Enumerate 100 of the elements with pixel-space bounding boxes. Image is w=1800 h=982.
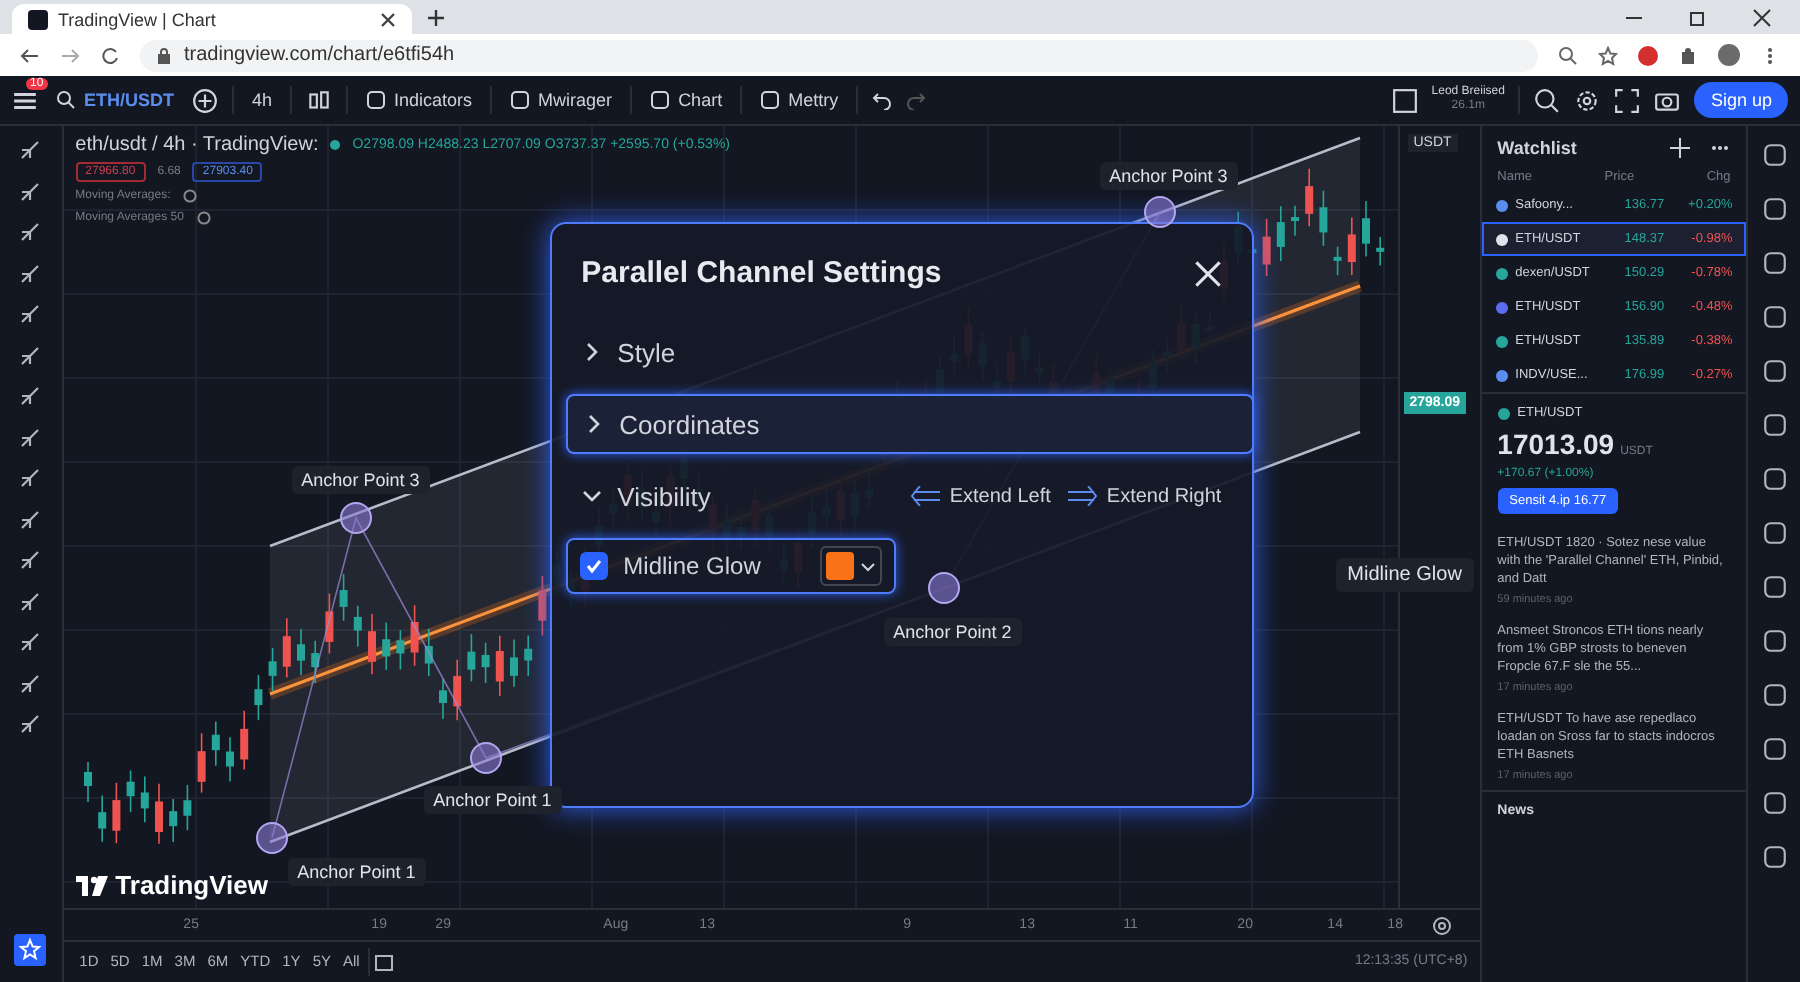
anchor-point[interactable] bbox=[469, 742, 502, 774]
arrow-right-icon bbox=[1066, 486, 1099, 506]
toolbar-button[interactable]: Mettry bbox=[756, 90, 843, 110]
candlestick bbox=[182, 784, 191, 832]
section-header[interactable]: Visibility Extend Left Extend Right bbox=[565, 468, 1238, 524]
toolbar-item-icon bbox=[510, 90, 531, 110]
toolbar-item-icon bbox=[650, 90, 671, 110]
candlestick bbox=[211, 720, 220, 767]
candlestick bbox=[1276, 205, 1285, 262]
chevron-icon bbox=[583, 414, 604, 434]
checkbox[interactable] bbox=[579, 552, 608, 580]
candlestick bbox=[1318, 189, 1327, 247]
candlestick bbox=[1347, 216, 1356, 276]
candlestick bbox=[1261, 218, 1270, 277]
candlestick bbox=[523, 634, 532, 677]
search-icon[interactable] bbox=[1534, 87, 1561, 113]
anchor-label: Anchor Point 2 bbox=[883, 618, 1022, 646]
camera-icon[interactable] bbox=[1654, 87, 1681, 113]
midline-glow-option[interactable]: Midline Glow bbox=[565, 538, 897, 594]
avatar[interactable] bbox=[1718, 44, 1740, 66]
dialog-title: Parallel Channel Settings bbox=[581, 256, 944, 290]
chevron-icon bbox=[581, 486, 602, 506]
close-icon[interactable] bbox=[380, 11, 396, 27]
anchor-point[interactable] bbox=[339, 502, 372, 534]
search-icon bbox=[56, 90, 76, 110]
section-header[interactable]: Style bbox=[565, 324, 1238, 380]
search-icon[interactable] bbox=[1558, 45, 1578, 65]
candlestick bbox=[509, 638, 518, 688]
anchor-label: Anchor Point 3 bbox=[291, 466, 430, 494]
candlestick bbox=[537, 575, 546, 637]
undo-icon[interactable] bbox=[872, 90, 893, 110]
candlestick bbox=[154, 782, 163, 845]
color-picker[interactable] bbox=[820, 546, 883, 586]
layout-icon[interactable] bbox=[1391, 87, 1418, 113]
address-field[interactable]: tradingview.com/chart/e6tfi54h bbox=[140, 39, 1538, 71]
extend-option[interactable]: Extend Left bbox=[909, 485, 1051, 507]
candlestick bbox=[239, 710, 248, 771]
reload-icon[interactable] bbox=[100, 45, 120, 65]
toolbar-button[interactable]: Mwirager bbox=[506, 90, 617, 110]
candlestick bbox=[310, 639, 319, 684]
candlestick bbox=[296, 628, 305, 676]
section-header[interactable]: Coordinates bbox=[565, 394, 1254, 454]
menu-icon[interactable] bbox=[12, 87, 38, 113]
anchor-point[interactable] bbox=[255, 822, 288, 854]
new-tab-icon[interactable] bbox=[428, 9, 444, 25]
symbol-search-button[interactable]: ETH/USDT bbox=[52, 90, 178, 110]
add-icon[interactable] bbox=[1670, 138, 1691, 158]
anchor-label: Anchor Point 1 bbox=[423, 786, 562, 814]
candlestick bbox=[225, 736, 234, 783]
candlestick bbox=[367, 613, 376, 676]
chart-title: eth/usdt / 4h · TradingView: bbox=[75, 134, 319, 156]
add-icon[interactable] bbox=[192, 87, 218, 113]
status-dot bbox=[330, 140, 341, 150]
candlestick bbox=[381, 621, 390, 671]
tooltip: Midline Glow bbox=[1335, 558, 1474, 592]
candlestick bbox=[438, 678, 447, 720]
toolbar-item-icon bbox=[366, 90, 387, 110]
candlestick bbox=[1290, 204, 1299, 237]
browser-tab[interactable]: TradingView | Chart bbox=[12, 4, 412, 34]
star-icon[interactable] bbox=[1598, 45, 1618, 65]
arrow-left-icon bbox=[909, 486, 942, 506]
anchor-label: Anchor Point 1 bbox=[287, 858, 426, 886]
candlestick bbox=[466, 633, 475, 683]
candlestick bbox=[111, 782, 120, 844]
candlestick bbox=[97, 794, 106, 843]
interval-button[interactable]: 4h bbox=[248, 90, 277, 110]
close-icon[interactable] bbox=[1752, 7, 1772, 27]
candlestick bbox=[395, 629, 404, 671]
extend-option[interactable]: Extend Right bbox=[1066, 485, 1222, 507]
anchor-label: Anchor Point 3 bbox=[1099, 162, 1238, 190]
fullscreen-icon[interactable] bbox=[1614, 87, 1641, 113]
candlestick bbox=[125, 769, 134, 813]
chevron-icon bbox=[581, 342, 602, 362]
candlestick bbox=[495, 634, 504, 697]
candlestick bbox=[1375, 236, 1384, 267]
candlestick bbox=[83, 761, 92, 803]
logo-icon bbox=[75, 875, 108, 895]
candlestick bbox=[452, 659, 461, 722]
check-icon bbox=[583, 556, 604, 576]
candlestick bbox=[338, 573, 347, 622]
candlestick bbox=[1361, 200, 1370, 258]
watchlist-title[interactable]: Watchlist bbox=[1497, 138, 1577, 158]
sign-up-button[interactable]: Sign up bbox=[1694, 82, 1788, 118]
candlestick bbox=[324, 592, 333, 655]
restore-icon[interactable] bbox=[1688, 7, 1708, 27]
redo-icon[interactable] bbox=[906, 90, 927, 110]
extension-icon[interactable] bbox=[1638, 45, 1658, 65]
toolbar-button[interactable]: Indicators bbox=[362, 90, 477, 110]
caret-icon bbox=[860, 558, 877, 574]
candlestick bbox=[196, 732, 205, 794]
star-icon[interactable] bbox=[14, 934, 47, 966]
candlestick bbox=[282, 617, 291, 679]
toolbar-item-icon bbox=[760, 90, 781, 110]
back-icon[interactable] bbox=[20, 45, 40, 65]
candlestick bbox=[253, 674, 262, 721]
watermark-logo: TradingView bbox=[75, 870, 269, 900]
candlestick bbox=[1332, 245, 1341, 276]
candles-icon[interactable] bbox=[306, 87, 333, 113]
candlestick bbox=[267, 647, 276, 693]
toolbar-button[interactable]: Chart bbox=[646, 90, 727, 110]
